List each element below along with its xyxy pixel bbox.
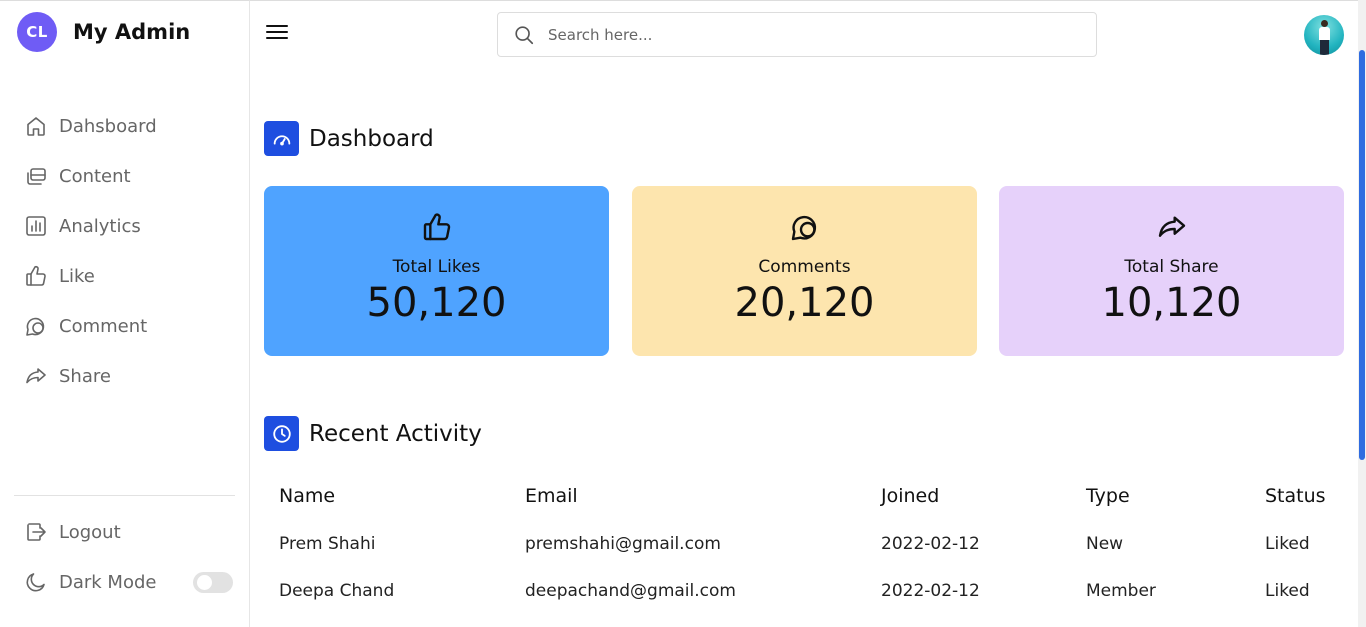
sidebar-item-comment[interactable]: Comment	[24, 301, 157, 351]
sidebar-item-analytics[interactable]: Analytics	[24, 201, 157, 251]
cell-email: deepachand@gmail.com	[525, 580, 736, 601]
content-icon	[27, 168, 46, 185]
topbar	[250, 0, 1358, 68]
stat-card-title: Total Likes	[392, 257, 481, 277]
search-icon	[515, 25, 534, 44]
moon-icon	[26, 573, 45, 592]
table-row[interactable]: Deepa Chand deepachand@gmail.com 2022-02…	[264, 567, 1344, 614]
table-header-row: Name Email Joined Type Status	[264, 472, 1344, 520]
thumbs-up-icon	[26, 265, 46, 286]
stat-card-title: Comments	[758, 257, 851, 277]
sidebar-item-label: Comment	[59, 315, 148, 337]
dark-mode-toggle[interactable]	[193, 572, 233, 593]
menu-toggle-icon[interactable]	[266, 25, 288, 41]
brand-logo: CL	[17, 12, 57, 52]
comment-icon	[26, 317, 45, 336]
sidebar-item-share[interactable]: Share	[24, 351, 157, 401]
sidebar-item-label: Dahsboard	[59, 115, 157, 137]
brand[interactable]: CL My Admin	[17, 12, 190, 52]
cell-email: premshahi@gmail.com	[525, 533, 721, 554]
recent-activity-heading: Recent Activity	[264, 416, 482, 451]
column-header[interactable]: Name	[264, 472, 510, 520]
column-header[interactable]: Type	[1071, 472, 1250, 520]
page-title: Dashboard	[309, 125, 434, 152]
table-row[interactable]: Prem Shahi premshahi@gmail.com 2022-02-1…	[264, 520, 1344, 567]
user-avatar[interactable]	[1304, 15, 1344, 55]
brand-name: My Admin	[73, 20, 191, 44]
sidebar-divider	[14, 495, 235, 496]
sidebar-nav: Dahsboard Content Analytics Like Comment…	[24, 101, 157, 401]
cell-type: New	[1086, 533, 1124, 554]
cell-joined: 2022-02-12	[881, 533, 980, 554]
cell-status: Liked	[1265, 533, 1310, 554]
column-header[interactable]: Email	[510, 472, 866, 520]
thumbs-up-icon	[423, 213, 450, 241]
sidebar-item-label: Analytics	[59, 215, 141, 237]
stat-card-comments: Comments 20,120	[632, 186, 977, 356]
logout-button[interactable]: Logout	[24, 507, 156, 557]
stat-card-value: 20,120	[734, 280, 875, 326]
dark-mode-row: Dark Mode	[24, 557, 156, 607]
sidebar-bottom-nav: Logout Dark Mode	[24, 507, 156, 607]
cell-joined: 2022-02-12	[881, 580, 980, 601]
comments-icon	[791, 215, 816, 241]
cell-status: Liked	[1265, 580, 1310, 601]
analytics-icon	[26, 216, 46, 236]
speedometer-icon	[264, 121, 299, 156]
cell-name: Prem Shahi	[279, 533, 376, 554]
logout-label: Logout	[59, 521, 121, 543]
stat-card-value: 50,120	[366, 280, 507, 326]
cell-name: Deepa Chand	[279, 580, 395, 601]
cell-type: Member	[1086, 580, 1156, 601]
stat-card-share: Total Share 10,120	[999, 186, 1344, 356]
share-icon	[1158, 216, 1185, 237]
search-input[interactable]	[548, 25, 1068, 44]
stat-card-likes: Total Likes 50,120	[264, 186, 609, 356]
sidebar-item-label: Like	[59, 265, 95, 287]
scrollbar-thumb[interactable]	[1359, 50, 1365, 460]
dark-mode-label: Dark Mode	[59, 571, 157, 593]
section-title: Recent Activity	[309, 420, 482, 447]
share-icon	[26, 368, 46, 384]
page-scrollbar[interactable]	[1358, 0, 1366, 627]
toggle-knob	[197, 575, 212, 590]
sidebar-item-like[interactable]: Like	[24, 251, 157, 301]
stat-card-value: 10,120	[1101, 280, 1242, 326]
sidebar-item-dashboard[interactable]: Dahsboard	[24, 101, 157, 151]
stat-card-title: Total Share	[1124, 257, 1219, 277]
dashboard-heading: Dashboard	[264, 121, 434, 156]
sidebar-item-label: Share	[59, 365, 111, 387]
column-header[interactable]: Joined	[866, 472, 1071, 520]
sidebar-item-label: Content	[59, 165, 131, 187]
column-header[interactable]: Status	[1250, 472, 1344, 520]
search-box[interactable]	[497, 12, 1097, 57]
clock-icon	[264, 416, 299, 451]
home-icon	[27, 117, 45, 136]
sidebar-item-content[interactable]: Content	[24, 151, 157, 201]
sidebar: CL My Admin Dahsboard Content Analytics …	[0, 0, 250, 627]
logout-icon	[27, 523, 46, 541]
activity-table: Name Email Joined Type Status Prem Shahi…	[264, 472, 1344, 614]
